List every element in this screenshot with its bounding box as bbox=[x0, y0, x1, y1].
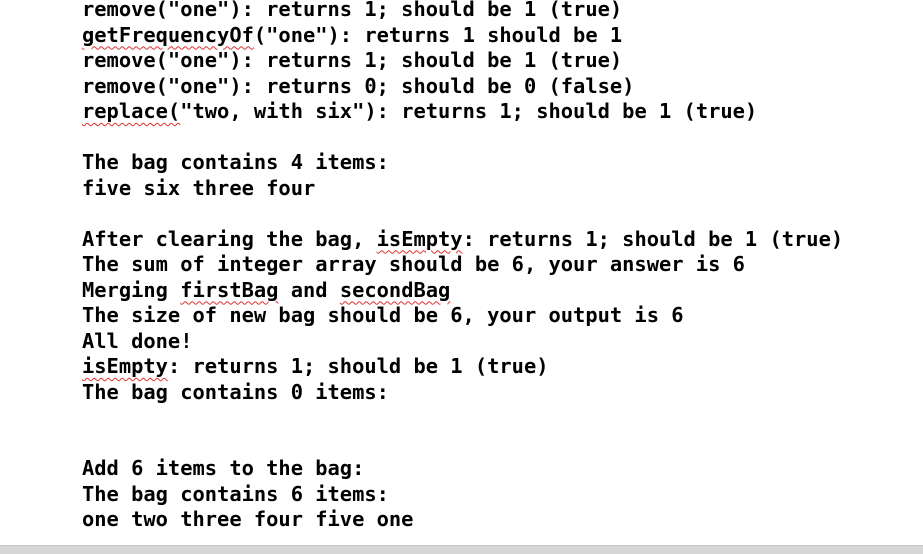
console-output-panel: remove("one"): returns 1; should be 1 (t… bbox=[0, 0, 923, 554]
console-text-segment: five six three four bbox=[82, 175, 316, 200]
console-line: replace("two, with six"): returns 1; sho… bbox=[82, 99, 843, 125]
console-line: After clearing the bag, isEmpty: returns… bbox=[82, 227, 843, 253]
console-line: remove("one"): returns 1; should be 1 (t… bbox=[82, 48, 843, 74]
spellcheck-flagged-word: getFrequencyOf bbox=[82, 22, 254, 47]
spellcheck-flagged-word: isEmpty bbox=[376, 226, 463, 251]
spellcheck-flagged-word: isEmpty bbox=[82, 354, 168, 378]
horizontal-scrollbar[interactable] bbox=[0, 545, 923, 554]
spellcheck-flagged-word: firstBag bbox=[180, 277, 279, 302]
console-text-segment: The bag contains 0 items: bbox=[82, 379, 389, 404]
console-text-segment: Add 6 items to the bag: bbox=[82, 456, 365, 480]
console-text-segment: All done! bbox=[82, 328, 193, 353]
console-text-segment: : returns 1; should be 1 (true) bbox=[167, 354, 549, 378]
console-text-segment: remove("one"): returns 0; should be 0 (f… bbox=[82, 73, 635, 98]
console-line: The bag contains 6 items: bbox=[82, 482, 843, 508]
console-text-segment: one two three four five one bbox=[82, 507, 414, 531]
console-line: one two three four five one bbox=[82, 507, 843, 533]
console-line: Merging firstBag and secondBag bbox=[82, 278, 843, 304]
console-text-segment: Merging bbox=[82, 277, 181, 302]
console-line: Add 6 items to the bag: bbox=[82, 456, 843, 482]
console-text-segment: The sum of integer array should be 6, yo… bbox=[82, 252, 745, 276]
console-line: The bag contains 0 items: bbox=[82, 380, 843, 406]
console-line: The bag contains 4 items: bbox=[82, 150, 843, 176]
spellcheck-flagged-word: secondBag bbox=[339, 277, 451, 302]
console-text: remove("one"): returns 1; should be 1 (t… bbox=[82, 0, 843, 533]
console-text-segment: ("one"): returns 1 should be 1 bbox=[253, 22, 623, 47]
spellcheck-flagged-word: replace( bbox=[82, 99, 181, 123]
console-line: The sum of integer array should be 6, yo… bbox=[82, 252, 843, 278]
console-line: getFrequencyOf("one"): returns 1 should … bbox=[82, 23, 843, 49]
console-line: The size of new bag should be 6, your ou… bbox=[82, 303, 843, 329]
console-text-segment: After clearing the bag, bbox=[82, 226, 377, 251]
console-line: isEmpty: returns 1; should be 1 (true) bbox=[82, 354, 843, 380]
console-line: five six three four bbox=[82, 176, 843, 202]
console-text-segment: : returns 1; should be 1 (true) bbox=[462, 226, 844, 251]
console-text-segment: remove("one"): returns 1; should be 1 (t… bbox=[82, 0, 623, 21]
console-text-segment: and bbox=[278, 277, 340, 302]
console-line: remove("one"): returns 1; should be 1 (t… bbox=[82, 0, 843, 23]
console-text-segment: remove("one"): returns 1; should be 1 (t… bbox=[82, 48, 623, 72]
console-text-segment: The bag contains 4 items: bbox=[82, 150, 389, 174]
console-line: remove("one"): returns 0; should be 0 (f… bbox=[82, 74, 843, 100]
console-text-segment: The size of new bag should be 6, your ou… bbox=[82, 303, 684, 327]
console-text-segment: The bag contains 6 items: bbox=[82, 481, 389, 506]
console-text-segment: "two, with six"): returns 1; should be 1… bbox=[180, 99, 758, 123]
console-line: All done! bbox=[82, 329, 843, 355]
